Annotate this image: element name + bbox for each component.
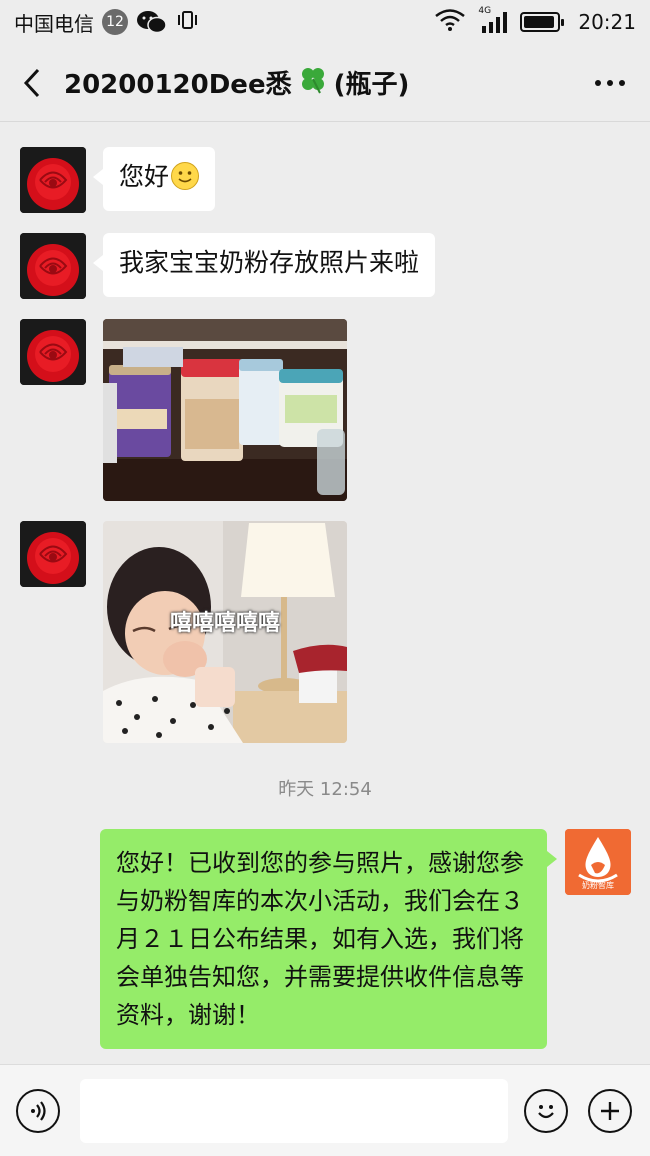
vibrate-icon [176,9,198,36]
message-bubble[interactable]: 您好 [92,147,216,211]
sticker-message[interactable]: 嘻嘻嘻嘻嘻 [103,521,347,743]
logo-text: 奶粉智库 [582,881,614,890]
message-row [0,319,650,501]
message-row: 嘻嘻嘻嘻嘻 [0,521,650,743]
network-type-label: 4G [478,6,492,16]
contact-avatar[interactable] [20,147,86,213]
more-dots-icon [595,79,601,86]
more-options-button[interactable] [570,44,650,122]
contact-name: 20200120Dee悉 [64,70,292,100]
battery-icon [520,12,565,32]
message-bubble[interactable]: 您好！已收到您的参与照片，感谢您参与奶粉智库的本次小活动，我们会在３月２１日公布… [100,829,557,1049]
cellular-signal-icon: 4G [478,6,508,34]
notification-badge: 12 [102,9,128,35]
emoji-button[interactable] [524,1089,568,1133]
voice-icon [31,1101,46,1121]
message-text: 您好 [119,162,170,191]
clock: 20:21 [578,10,636,34]
message-timestamp: 昨天 12:54 [278,779,372,800]
emoji-icon [538,1105,554,1119]
wechat-icon [136,10,168,34]
chat-header: 20200120Dee悉 (瓶子) [0,44,650,122]
message-bubble[interactable]: 我家宝宝奶粉存放照片来啦 [92,233,436,297]
contact-name-suffix: (瓶子) [333,70,410,100]
contact-avatar[interactable] [20,521,86,587]
self-avatar[interactable]: 奶粉智库 [565,829,631,895]
back-button[interactable] [0,44,64,122]
message-row: 您好！已收到您的参与照片，感谢您参与奶粉智库的本次小活动，我们会在３月２１日公布… [0,829,650,1059]
input-bar [0,1064,650,1156]
sticker-caption: 嘻嘻嘻嘻嘻 [169,611,280,636]
voice-button[interactable] [16,1089,60,1133]
chevron-left-icon [23,68,40,97]
contact-avatar[interactable] [20,233,86,299]
plus-icon [601,1102,619,1120]
more-dot [607,79,613,86]
four-leaf-clover-icon [298,64,328,101]
wifi-icon [434,8,466,36]
milk-powder-photo-message[interactable] [103,319,347,501]
message-text: 您好！已收到您的参与照片，感谢您参与奶粉智库的本次小活动，我们会在３月２１日公布… [116,849,524,1029]
message-input[interactable] [80,1079,508,1143]
status-bar: 中国电信 12 4G 20:21 [0,0,650,44]
more-functions-button[interactable] [588,1089,632,1133]
chat-title: 20200120Dee悉 (瓶子) [64,64,409,101]
message-row: 您好 [0,147,650,213]
carrier-label: 中国电信 [14,11,94,36]
smiling-face-emoji-icon [171,162,200,190]
contact-avatar[interactable] [20,319,86,385]
more-dot [619,79,625,86]
message-text: 我家宝宝奶粉存放照片来啦 [119,248,420,277]
chat-message-list[interactable]: 您好 我家宝宝奶粉存放照片来啦 嘻嘻嘻嘻嘻 昨天 12:54 您好！已收到您的参… [0,123,650,1063]
message-row: 我家宝宝奶粉存放照片来啦 [0,233,650,299]
